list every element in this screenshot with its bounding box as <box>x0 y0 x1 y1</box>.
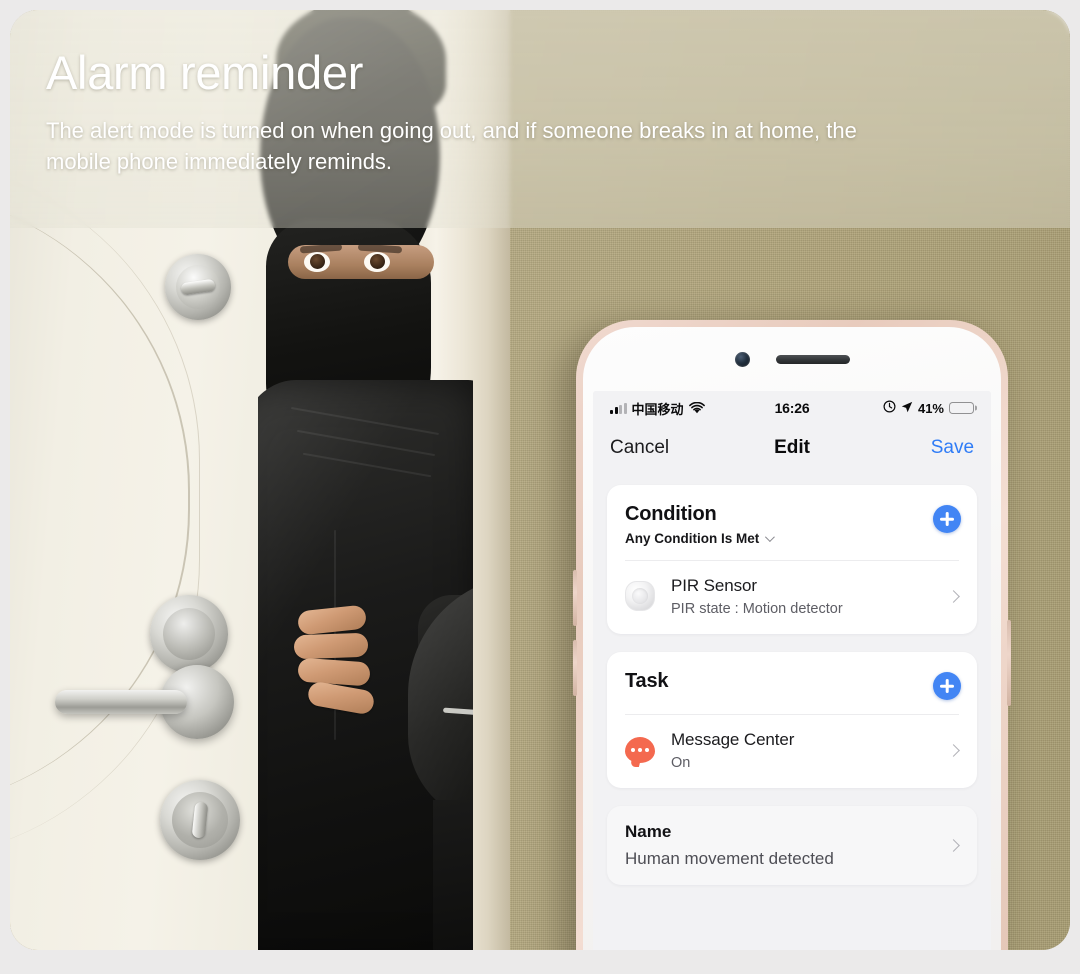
privacy-thumbturn-icon <box>191 801 209 839</box>
promo-page: Alarm reminder The alert mode is turned … <box>0 0 1080 974</box>
pir-sensor-icon <box>625 580 655 611</box>
screen-content: Condition Any Condition Is Met PIR Senso… <box>593 471 991 950</box>
deadbolt-thumbturn-icon <box>180 278 216 296</box>
name-value: Human movement detected <box>625 849 834 868</box>
task-card-header: Task <box>607 652 977 714</box>
earpiece-speaker-icon <box>775 354 850 364</box>
front-camera-icon <box>734 351 750 367</box>
condition-card-header: Condition Any Condition Is Met <box>607 485 977 560</box>
status-bar-right: 41% <box>809 400 974 416</box>
power-button[interactable] <box>1007 620 1011 706</box>
chevron-right-icon <box>947 590 960 603</box>
hero-photo-panel: Alarm reminder The alert mode is turned … <box>10 10 1070 950</box>
add-task-button[interactable] <box>933 672 961 700</box>
volume-down-button[interactable] <box>573 640 577 696</box>
page-bottom-edge <box>0 950 1080 974</box>
message-center-state: On <box>671 755 691 771</box>
wifi-icon <box>688 401 705 414</box>
name-card-header: Name Human movement detected <box>607 806 977 885</box>
add-condition-button[interactable] <box>933 505 961 533</box>
task-card: Task Message Center On <box>607 652 977 788</box>
eye-slit <box>288 245 434 279</box>
location-arrow-icon <box>901 401 913 416</box>
task-row-text: Message Center On <box>671 730 935 771</box>
task-row-message-center[interactable]: Message Center On <box>607 715 977 788</box>
carrier-label: 中国移动 <box>631 401 684 417</box>
volume-up-button[interactable] <box>573 570 577 626</box>
name-label: Name <box>625 822 672 841</box>
door-panel-arc-secondary <box>10 160 200 860</box>
battery-icon <box>949 401 974 415</box>
door-handle-icon <box>55 690 187 714</box>
name-card-text: Name Human movement detected <box>625 822 949 869</box>
finger-ring <box>297 657 371 687</box>
phone-top-hardware <box>593 327 991 391</box>
status-bar-left: 中国移动 <box>610 399 775 418</box>
name-card[interactable]: Name Human movement detected <box>607 806 977 885</box>
screen-title: Edit <box>774 437 810 458</box>
alarm-clock-icon <box>883 400 896 416</box>
deadbolt-lock-icon <box>165 254 231 320</box>
intruder-leg <box>433 800 473 950</box>
eye-left <box>304 252 330 272</box>
nav-bar: Cancel Edit Save <box>593 425 991 471</box>
condition-card: Condition Any Condition Is Met PIR Senso… <box>607 485 977 634</box>
pir-sensor-icon-wrap <box>625 580 657 613</box>
banner-overlay: Alarm reminder The alert mode is turned … <box>10 10 1070 228</box>
status-bar: 中国移动 16:26 41% <box>593 391 991 425</box>
message-center-icon <box>625 736 655 763</box>
condition-row-pir-sensor[interactable]: PIR Sensor PIR state : Motion detector <box>607 561 977 634</box>
message-center-icon-wrap <box>625 735 657 767</box>
finger-middle <box>293 632 369 660</box>
save-button[interactable]: Save <box>810 437 974 459</box>
condition-mode-selector[interactable]: Any Condition Is Met <box>625 531 933 546</box>
eye-right <box>364 252 390 272</box>
latch-escutcheon-icon <box>150 595 228 673</box>
privacy-lock-icon <box>160 780 240 860</box>
cancel-button[interactable]: Cancel <box>610 437 774 459</box>
task-header-text: Task <box>625 670 933 693</box>
pir-sensor-state: PIR state : Motion detector <box>671 601 843 617</box>
phone-screen: 中国移动 16:26 41% Cancel Edit Save Conditio… <box>593 391 991 950</box>
phone-mockup: 中国移动 16:26 41% Cancel Edit Save Conditio… <box>573 320 1011 950</box>
status-bar-clock: 16:26 <box>774 400 810 416</box>
task-title: Task <box>625 670 669 692</box>
page-title: Alarm reminder <box>46 46 364 99</box>
signal-bars-icon <box>610 402 627 414</box>
chevron-right-icon <box>947 744 960 757</box>
battery-percent-label: 41% <box>917 400 944 416</box>
condition-mode-label: Any Condition Is Met <box>625 531 760 546</box>
page-subtitle: The alert mode is turned on when going o… <box>46 117 857 175</box>
condition-title: Condition <box>625 503 717 525</box>
chevron-right-icon <box>947 839 960 852</box>
condition-row-text: PIR Sensor PIR state : Motion detector <box>671 576 935 617</box>
condition-header-text: Condition Any Condition Is Met <box>625 503 933 546</box>
phone-body: 中国移动 16:26 41% Cancel Edit Save Conditio… <box>583 327 1001 950</box>
chevron-down-icon <box>765 532 776 543</box>
pir-sensor-title: PIR Sensor <box>671 576 757 595</box>
message-center-title: Message Center <box>671 730 795 749</box>
